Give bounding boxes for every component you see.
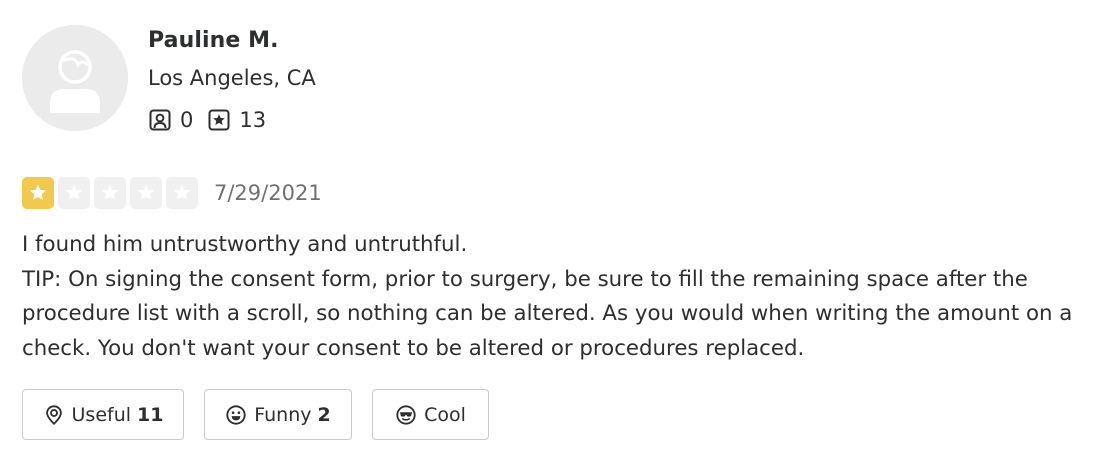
review-star-icon <box>208 109 230 131</box>
review-date: 7/29/2021 <box>214 181 322 205</box>
friends-stat: 0 <box>148 108 193 132</box>
friends-count: 0 <box>180 108 194 132</box>
cool-label: Cool <box>424 403 466 426</box>
funny-button[interactable]: Funny 2 <box>204 389 352 440</box>
star-rating <box>22 177 202 209</box>
lightbulb-icon <box>45 404 62 425</box>
star-empty-icon <box>94 177 126 209</box>
smiley-icon <box>226 404 246 425</box>
review-line-1: I found him untrustworthy and untruthful… <box>22 232 468 257</box>
star-empty-icon <box>130 177 162 209</box>
cool-button[interactable]: Cool <box>372 389 489 440</box>
funny-count: 2 <box>317 403 331 426</box>
useful-count: 11 <box>137 403 164 426</box>
useful-label: Useful <box>71 403 132 426</box>
friends-icon <box>149 109 171 131</box>
user-stats: 0 13 <box>148 106 280 134</box>
review-text: I found him untrustworthy and untruthful… <box>22 228 1097 366</box>
reviews-stat: 13 <box>207 108 266 132</box>
star-empty-icon <box>166 177 198 209</box>
star-empty-icon <box>58 177 90 209</box>
default-user-icon <box>22 25 128 131</box>
avatar[interactable] <box>22 25 128 131</box>
sunglasses-icon <box>396 404 416 425</box>
funny-label: Funny <box>254 403 312 426</box>
user-name[interactable]: Pauline M. <box>148 28 279 53</box>
useful-button[interactable]: Useful 11 <box>22 389 184 440</box>
review-line-2: TIP: On signing the consent form, prior … <box>22 266 1073 361</box>
star-filled-icon <box>22 177 54 209</box>
user-location: Los Angeles, CA <box>148 66 316 90</box>
reviews-count: 13 <box>239 108 267 132</box>
